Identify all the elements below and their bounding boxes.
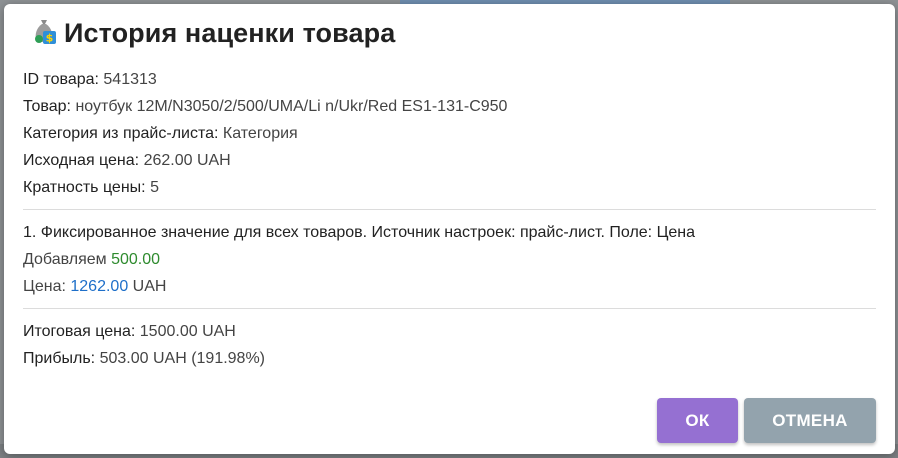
divider — [23, 209, 876, 210]
markup-history-dialog: $ История наценки товара ID товара: 5413… — [4, 4, 895, 454]
dialog-header: $ История наценки товара — [32, 16, 395, 50]
profit-label: Прибыль: — [23, 350, 96, 367]
money-bag-icon: $ — [32, 17, 56, 50]
product-id-label: ID товара: — [23, 71, 99, 88]
category-label: Категория из прайс-листа: — [23, 125, 219, 142]
rule-price-currency: UAH — [132, 278, 167, 295]
final-price-row: Итоговая цена: 1500.00 UAH — [23, 318, 876, 345]
base-price-label: Исходная цена: — [23, 152, 140, 169]
rule-heading: 1. Фиксированное значение для всех товар… — [23, 224, 696, 241]
dialog-title: История наценки товара — [64, 17, 396, 48]
svg-text:$: $ — [46, 31, 54, 44]
multiplicity-value: 5 — [150, 179, 159, 196]
multiplicity-label: Кратность цены: — [23, 179, 146, 196]
dialog-body: ID товара: 541313 Товар: ноутбук 12M/N30… — [23, 66, 876, 372]
base-price-value: 262.00 UAH — [143, 152, 231, 169]
product-id-row: ID товара: 541313 — [23, 66, 876, 93]
rule-price-value: 1262.00 — [70, 278, 129, 295]
ok-button[interactable]: ОК — [657, 398, 738, 443]
profit-row: Прибыль: 503.00 UAH (191.98%) — [23, 345, 876, 372]
divider — [23, 308, 876, 309]
product-name-label: Товар: — [23, 98, 71, 115]
final-price-value: 1500.00 UAH — [139, 323, 236, 340]
profit-value: 503.00 UAH (191.98%) — [99, 350, 266, 367]
product-name-value: ноутбук 12M/N3050/2/500/UMA/Li n/Ukr/Red… — [75, 98, 508, 115]
product-name-row: Товар: ноутбук 12M/N3050/2/500/UMA/Li n/… — [23, 93, 876, 120]
rule-added-row: Добавляем 500.00 — [23, 246, 876, 273]
product-id-value: 541313 — [103, 71, 157, 88]
cancel-button[interactable]: ОТМЕНА — [744, 398, 876, 443]
rule-added-label: Добавляем — [23, 251, 107, 268]
category-row: Категория из прайс-листа: Категория — [23, 120, 876, 147]
base-price-row: Исходная цена: 262.00 UAH — [23, 147, 876, 174]
final-price-label: Итоговая цена: — [23, 323, 136, 340]
rule-added-value: 500.00 — [111, 251, 161, 268]
rule-price-label: Цена: — [23, 278, 66, 295]
category-value: Категория — [222, 125, 298, 142]
multiplicity-row: Кратность цены: 5 — [23, 174, 876, 201]
rule-price-row: Цена: 1262.00 UAH — [23, 273, 876, 300]
